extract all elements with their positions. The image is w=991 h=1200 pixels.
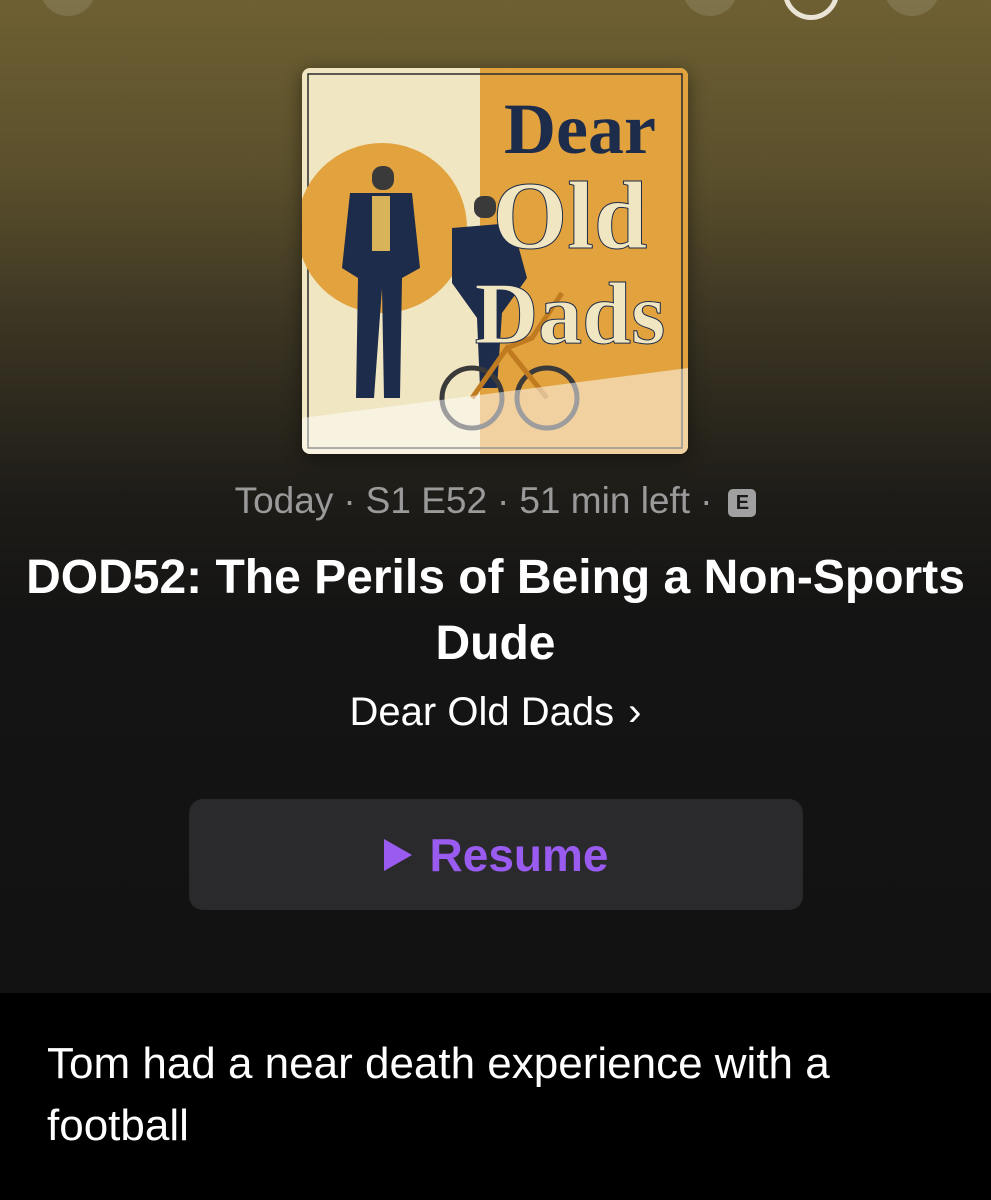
artwork-title-line2: Old xyxy=(493,162,648,269)
episode-date: Today xyxy=(234,480,334,521)
download-button[interactable] xyxy=(783,0,839,20)
meta-separator: · xyxy=(343,480,356,521)
episode-title: DOD52: The Perils of Being a Non-Sports … xyxy=(26,551,965,670)
artwork-title-line1: Dear xyxy=(504,89,656,169)
artwork-image: Dear Old Dads xyxy=(302,68,688,454)
resume-button[interactable]: Resume xyxy=(189,799,803,910)
resume-label: Resume xyxy=(429,828,609,881)
play-icon xyxy=(383,838,412,871)
artwork-title-line3: Dads xyxy=(475,266,666,363)
meta-separator: · xyxy=(700,480,713,521)
meta-separator: · xyxy=(497,480,510,521)
episode-artwork: Dear Old Dads xyxy=(302,68,688,454)
show-link[interactable]: Dear Old Dads › xyxy=(0,690,991,735)
explicit-icon: E xyxy=(728,489,757,517)
episode-meta: Today · S1 E52 · 51 min left · E xyxy=(0,480,991,522)
episode-number: S1 E52 xyxy=(365,480,488,521)
show-name[interactable]: Dear Old Dads xyxy=(350,690,615,734)
episode-header: Dear Old Dads Today · S1 E52 · 51 min left · E… xyxy=(0,0,991,993)
more-button[interactable] xyxy=(884,0,940,16)
chevron-right-icon: › xyxy=(628,690,642,734)
back-button[interactable] xyxy=(40,0,96,16)
episode-description: Tom had a near death experience with a f… xyxy=(47,1039,830,1150)
time-left: 51 min left xyxy=(519,480,691,521)
share-button[interactable] xyxy=(682,0,738,16)
